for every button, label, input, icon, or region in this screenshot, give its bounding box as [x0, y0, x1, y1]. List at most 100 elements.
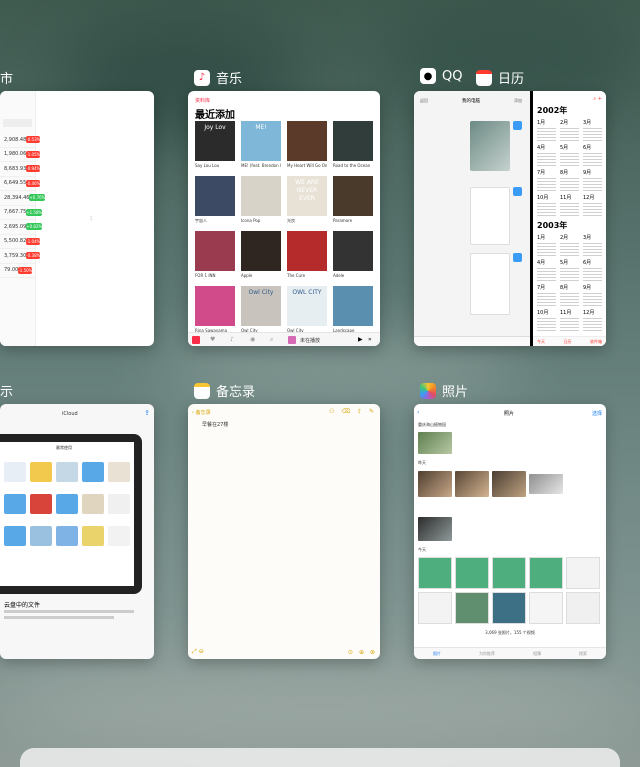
app-label-photos[interactable]: 照片 [420, 381, 468, 400]
stock-change-badge[interactable]: -1.04% [26, 237, 41, 245]
photo-thumbnail[interactable] [455, 592, 489, 624]
photo-thumbnail[interactable] [418, 517, 452, 541]
calendar-month[interactable]: 3月 [583, 231, 602, 256]
file-thumbnail[interactable] [4, 526, 26, 546]
forward-icon[interactable]: » [368, 336, 372, 343]
calendar-month[interactable]: 10月 [537, 191, 556, 216]
stock-change-badge[interactable]: -1.50% [18, 266, 33, 274]
calendar-month[interactable]: 5月 [560, 141, 579, 166]
file-thumbnail[interactable] [30, 494, 52, 514]
compose-icon[interactable]: ✎ [369, 408, 374, 415]
file-thumbnail[interactable] [82, 494, 104, 514]
app-card-qq-calendar[interactable]: 返回 我的电脑 添加 ⌕ + 2002年 1月 2月 3月 4月 5月 6月 7月 8月 9月 10… [414, 91, 606, 346]
calendar-month[interactable]: 3月 [583, 116, 602, 141]
draw-icon[interactable]: ⊛ [370, 649, 375, 656]
photos-back-icon[interactable]: ‹ [417, 409, 419, 416]
stock-row[interactable]: 2,908.48 -0.53% [0, 133, 41, 148]
qq-add-link[interactable]: 添加 [514, 98, 522, 104]
stock-change-badge[interactable]: -0.38% [26, 252, 41, 260]
calendar-year-heading[interactable]: 2003年 [533, 216, 606, 231]
stock-row[interactable]: 7,667.75 +1.58% [0, 206, 42, 220]
stock-change-badge[interactable]: +0.82% [26, 223, 42, 231]
files-share-icon[interactable]: ⇪ [144, 409, 150, 417]
photo-thumbnail[interactable] [418, 432, 452, 454]
calendar-month[interactable]: 2月 [560, 231, 579, 256]
search-icon[interactable]: ⌕ [270, 336, 273, 344]
album-artwork[interactable]: WE ARE NEVER EVER 光良 [287, 176, 327, 223]
app-card-photos[interactable]: ‹ 照片 选择 重庆海山植物园 昨天 今天 3,069 张照片，155 个视频 … [414, 404, 606, 659]
library-tab-icon[interactable] [192, 336, 200, 344]
share-icon[interactable]: ⇪ [357, 408, 362, 415]
qq-input-bar[interactable] [414, 336, 530, 346]
stock-row[interactable]: 6,649.55 -0.46% [0, 177, 41, 191]
qq-back-link[interactable]: 返回 [420, 98, 428, 104]
album-artwork[interactable]: Adele [333, 231, 373, 278]
calendar-month[interactable]: 10月 [537, 306, 556, 331]
file-thumbnail[interactable] [4, 494, 26, 514]
app-card-stocks[interactable]: 2,908.48 -0.53% 1,980.06 -1.05% 8,683.93 -0.9… [0, 91, 154, 346]
search-tab[interactable]: 搜索 [579, 651, 587, 657]
stock-row[interactable]: 3,759.30 -0.38% [0, 249, 41, 264]
photo-thumbnail[interactable] [492, 592, 526, 624]
stock-row[interactable]: 79.00 -1.50% [0, 264, 35, 278]
file-thumbnail[interactable] [56, 526, 78, 546]
photo-thumbnail[interactable] [418, 592, 452, 624]
file-thumbnail[interactable] [108, 494, 130, 514]
photo-thumbnail[interactable] [492, 557, 526, 589]
calendar-month[interactable]: 2月 [560, 116, 579, 141]
calendar-calendars-button[interactable]: 日历 [564, 339, 572, 344]
album-artwork[interactable]: Apple [241, 231, 281, 278]
photo-thumbnail[interactable] [455, 471, 489, 497]
stock-row[interactable]: 2,695.09 +0.82% [0, 220, 42, 235]
album-artwork[interactable]: My Heart Will Go On [287, 121, 327, 168]
app-label-notes[interactable]: 备忘录 [194, 381, 255, 400]
file-thumbnail[interactable] [30, 462, 52, 482]
app-label-qq[interactable]: ● QQ [420, 68, 462, 84]
stock-change-badge[interactable]: -0.53% [26, 136, 41, 144]
play-icon[interactable]: ▶ [358, 336, 363, 343]
calendar-month[interactable]: 12月 [583, 306, 602, 331]
stock-row[interactable]: 28,394.46 +0.76% [0, 191, 45, 206]
file-thumbnail[interactable] [56, 462, 78, 482]
album-artwork[interactable]: OWL CITY Owl City [287, 286, 327, 333]
album-artwork[interactable]: Owl City Owl City [241, 286, 281, 333]
trash-icon[interactable]: ⌫ [341, 408, 349, 415]
stock-row[interactable]: 5,500.82 -1.04% [0, 235, 41, 249]
calendar-month[interactable]: 11月 [560, 191, 579, 216]
photos-select-button[interactable]: 选择 [592, 410, 602, 417]
expand-icon[interactable]: ⤢ ⊖ [192, 648, 204, 656]
file-thumbnail[interactable] [82, 526, 104, 546]
app-label-calendar[interactable]: 日历 [476, 68, 524, 87]
calendar-inbox-button[interactable]: 收件箱 [590, 339, 602, 344]
qq-message-image[interactable] [470, 187, 510, 245]
album-artwork[interactable]: Rina Sawayama [195, 286, 235, 333]
album-artwork[interactable]: Landscape [333, 286, 373, 333]
qq-message-image[interactable] [470, 253, 510, 315]
photo-thumbnail[interactable] [529, 592, 563, 624]
album-artwork[interactable]: Paramore [333, 176, 373, 223]
notes-back-link[interactable]: ‹ 备忘录 [192, 409, 211, 416]
stock-change-badge[interactable]: -0.46% [26, 179, 41, 187]
calendar-month[interactable]: 8月 [560, 166, 579, 191]
radio-icon[interactable]: ◉ [250, 336, 255, 343]
calendar-month[interactable]: 1月 [537, 116, 556, 141]
app-label-music[interactable]: ♪ 音乐 [194, 68, 242, 87]
calendar-month[interactable]: 9月 [583, 281, 602, 306]
photo-thumbnail[interactable] [492, 471, 526, 497]
photo-thumbnail[interactable] [529, 474, 563, 494]
music-back-link[interactable]: 资料库 [195, 97, 210, 104]
calendar-today-button[interactable]: 今天 [537, 339, 545, 344]
calendar-month[interactable]: 1月 [537, 231, 556, 256]
note-icon[interactable]: ♪ [230, 336, 234, 343]
qq-message-image[interactable] [470, 121, 510, 171]
calendar-year-heading[interactable]: 2002年 [533, 101, 606, 116]
app-label-stocks[interactable]: 市 [0, 68, 13, 87]
file-thumbnail[interactable] [56, 494, 78, 514]
app-card-files[interactable]: iCloud ⇪ 最常使用 云盘中的文件 [0, 404, 154, 659]
people-icon[interactable]: ⚇ [329, 408, 334, 415]
stock-row[interactable]: 8,683.93 -0.94% [0, 162, 41, 177]
app-card-notes[interactable]: ‹ 备忘录 ⚇ ⌫ ⇪ ✎ 早餐在27楼 ⤢ ⊖ ⊙ ⊕ ⊛ [188, 404, 380, 659]
album-artwork[interactable]: FOR 1 INN [195, 231, 235, 278]
stock-change-badge[interactable]: -0.94% [26, 165, 41, 173]
file-thumbnail[interactable] [4, 462, 26, 482]
